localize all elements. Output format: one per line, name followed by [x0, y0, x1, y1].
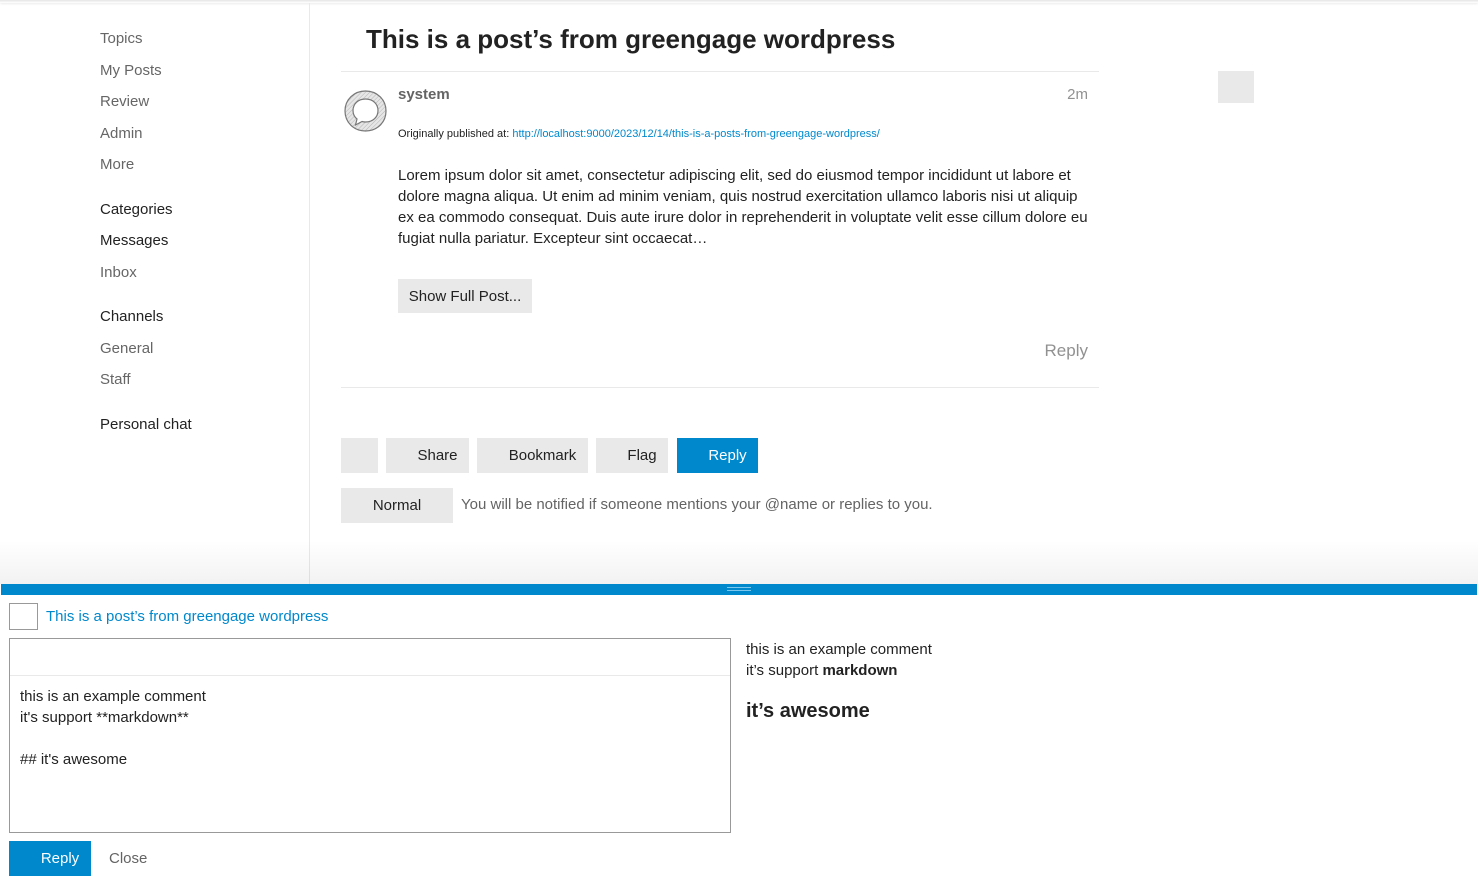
preview-line: this is an example comment	[746, 641, 932, 658]
flag-label: Flag	[627, 447, 657, 464]
sidebar-section-channels[interactable]: Channels	[100, 308, 163, 325]
sidebar-section-categories[interactable]: Categories	[100, 201, 173, 218]
reply-label: Reply	[708, 447, 747, 464]
preview-text: it’s support	[746, 662, 823, 679]
sidebar-item-inbox[interactable]: Inbox	[100, 264, 137, 281]
sidebar-item-general[interactable]: General	[100, 340, 153, 357]
composer-reply-label: Reply	[40, 850, 80, 867]
divider	[341, 71, 1099, 72]
composer-editor: this is an example comment it's support …	[9, 638, 731, 833]
grip-icon	[727, 587, 751, 591]
bookmark-button[interactable]: Bookmark	[477, 438, 588, 473]
composer-resize-grip[interactable]	[1, 584, 1477, 595]
preview-heading: it’s awesome	[746, 700, 870, 722]
timeline-placeholder[interactable]	[1218, 71, 1254, 103]
sidebar-item-more[interactable]: More	[100, 156, 134, 173]
sidebar-section-personal-chat[interactable]: Personal chat	[100, 416, 192, 433]
sidebar-item-admin[interactable]: Admin	[100, 125, 143, 142]
post-username[interactable]: system	[398, 86, 450, 103]
composer-action-checkbox[interactable]	[9, 603, 38, 630]
topic-admin-button[interactable]	[341, 438, 378, 473]
share-label: Share	[417, 447, 458, 464]
speech-bubble-icon	[344, 90, 387, 132]
composer-shadow	[0, 540, 1478, 584]
avatar[interactable]	[343, 89, 388, 134]
flag-button[interactable]: Flag	[596, 438, 668, 473]
sidebar-item-staff[interactable]: Staff	[100, 371, 131, 388]
post-date[interactable]: 2m	[1040, 86, 1088, 103]
sidebar-item-review[interactable]: Review	[100, 93, 149, 110]
composer-reply-to-title[interactable]: This is a post’s from greengage wordpres…	[46, 608, 328, 625]
preview-bold: markdown	[822, 662, 898, 679]
share-button[interactable]: Share	[386, 438, 469, 473]
composer-close-button[interactable]: Close	[109, 850, 147, 867]
composer-textarea[interactable]: this is an example comment it's support …	[20, 686, 720, 826]
sidebar: Topics My Posts Review Admin More Catego…	[0, 3, 310, 584]
topic-title[interactable]: This is a post’s from greengage wordpres…	[366, 24, 895, 55]
originally-published: Originally published at: http://localhos…	[398, 128, 880, 140]
bookmark-label: Bookmark	[508, 447, 577, 464]
show-full-post-button[interactable]: Show Full Post...	[398, 279, 532, 313]
post-body: Lorem ipsum dolor sit amet, consectetur …	[398, 167, 1088, 247]
notification-level-button[interactable]: Normal	[341, 488, 453, 523]
notification-description: You will be notified if someone mentions…	[461, 496, 933, 513]
sidebar-section-messages[interactable]: Messages	[100, 232, 168, 249]
preview-line: it’s support markdown	[746, 660, 1446, 681]
sidebar-item-my-posts[interactable]: My Posts	[100, 62, 162, 79]
editor-toolbar	[10, 639, 730, 676]
composer-reply-button[interactable]: Reply	[9, 841, 91, 876]
composer-preview: this is an example comment it’s support …	[746, 639, 1446, 722]
reply-button[interactable]: Reply	[677, 438, 758, 473]
post-reply-button[interactable]: Reply	[1030, 341, 1088, 361]
sidebar-item-topics[interactable]: Topics	[100, 30, 143, 47]
originally-published-label: Originally published at:	[398, 128, 510, 140]
original-url-link[interactable]: http://localhost:9000/2023/12/14/this-is…	[512, 128, 879, 140]
divider	[341, 387, 1099, 388]
